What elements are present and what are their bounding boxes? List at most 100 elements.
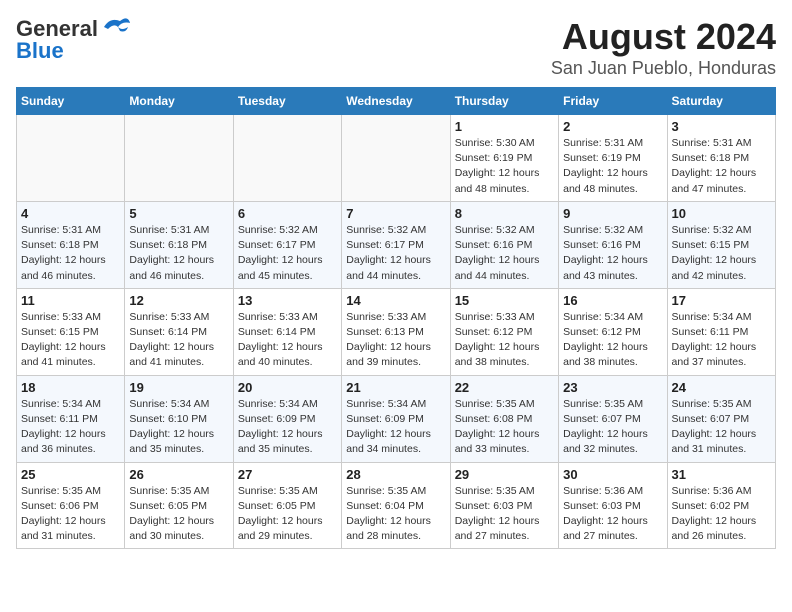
day-number: 17	[672, 293, 771, 308]
day-info: Sunrise: 5:35 AMSunset: 6:07 PMDaylight:…	[672, 397, 771, 458]
day-info: Sunrise: 5:34 AMSunset: 6:10 PMDaylight:…	[129, 397, 228, 458]
day-info: Sunrise: 5:32 AMSunset: 6:16 PMDaylight:…	[563, 223, 662, 284]
day-cell: 1Sunrise: 5:30 AMSunset: 6:19 PMDaylight…	[450, 115, 558, 202]
day-number: 9	[563, 206, 662, 221]
day-info: Sunrise: 5:33 AMSunset: 6:14 PMDaylight:…	[129, 310, 228, 371]
day-info: Sunrise: 5:31 AMSunset: 6:18 PMDaylight:…	[672, 136, 771, 197]
day-number: 25	[21, 467, 120, 482]
day-cell: 12Sunrise: 5:33 AMSunset: 6:14 PMDayligh…	[125, 288, 233, 375]
day-info: Sunrise: 5:35 AMSunset: 6:06 PMDaylight:…	[21, 484, 120, 545]
day-cell: 8 Sunrise: 5:32 AMSunset: 6:16 PMDaylight…	[450, 201, 558, 288]
day-cell: 23 Sunrise: 5:35 AMSunset: 6:07 PMDayligh…	[559, 375, 667, 462]
day-cell: 5 Sunrise: 5:31 AMSunset: 6:18 PMDaylight…	[125, 201, 233, 288]
day-info: Sunrise: 5:33 AMSunset: 6:13 PMDaylight:…	[346, 310, 445, 371]
weekday-header-wednesday: Wednesday	[342, 88, 450, 115]
day-number: 18	[21, 380, 120, 395]
day-number: 15	[455, 293, 554, 308]
weekday-header-tuesday: Tuesday	[233, 88, 341, 115]
day-info: Sunrise: 5:31 AMSunset: 6:18 PMDaylight:…	[21, 223, 120, 284]
day-number: 24	[672, 380, 771, 395]
day-number: 23	[563, 380, 662, 395]
day-number: 4	[21, 206, 120, 221]
page-header: General Blue August 2024 San Juan Pueblo…	[16, 16, 776, 79]
day-info: Sunrise: 5:32 AMSunset: 6:15 PMDaylight:…	[672, 223, 771, 284]
day-info: Sunrise: 5:34 AMSunset: 6:11 PMDaylight:…	[21, 397, 120, 458]
day-number: 19	[129, 380, 228, 395]
day-number: 3	[672, 119, 771, 134]
day-cell: 17 Sunrise: 5:34 AMSunset: 6:11 PMDayligh…	[667, 288, 775, 375]
day-cell: 15 Sunrise: 5:33 AMSunset: 6:12 PMDayligh…	[450, 288, 558, 375]
day-cell: 22 Sunrise: 5:35 AMSunset: 6:08 PMDayligh…	[450, 375, 558, 462]
day-info: Sunrise: 5:32 AMSunset: 6:17 PMDaylight:…	[238, 223, 337, 284]
day-cell: 31Sunrise: 5:36 AMSunset: 6:02 PMDayligh…	[667, 462, 775, 549]
day-info: Sunrise: 5:36 AMSunset: 6:03 PMDaylight:…	[563, 484, 662, 545]
day-number: 5	[129, 206, 228, 221]
day-number: 26	[129, 467, 228, 482]
day-info: Sunrise: 5:35 AMSunset: 6:04 PMDaylight:…	[346, 484, 445, 545]
day-cell: 19 Sunrise: 5:34 AMSunset: 6:10 PMDayligh…	[125, 375, 233, 462]
weekday-header-monday: Monday	[125, 88, 233, 115]
day-cell: 21Sunrise: 5:34 AMSunset: 6:09 PMDayligh…	[342, 375, 450, 462]
week-row-5: 25 Sunrise: 5:35 AMSunset: 6:06 PMDayligh…	[17, 462, 776, 549]
day-number: 2	[563, 119, 662, 134]
day-number: 20	[238, 380, 337, 395]
day-cell: 30 Sunrise: 5:36 AMSunset: 6:03 PMDayligh…	[559, 462, 667, 549]
weekday-header-friday: Friday	[559, 88, 667, 115]
weekday-header-saturday: Saturday	[667, 88, 775, 115]
day-info: Sunrise: 5:35 AMSunset: 6:05 PMDaylight:…	[129, 484, 228, 545]
day-cell: 4 Sunrise: 5:31 AMSunset: 6:18 PMDaylight…	[17, 201, 125, 288]
day-cell: 20 Sunrise: 5:34 AMSunset: 6:09 PMDayligh…	[233, 375, 341, 462]
day-number: 8	[455, 206, 554, 221]
day-cell: 13Sunrise: 5:33 AMSunset: 6:14 PMDayligh…	[233, 288, 341, 375]
day-info: Sunrise: 5:34 AMSunset: 6:11 PMDaylight:…	[672, 310, 771, 371]
day-cell: 26 Sunrise: 5:35 AMSunset: 6:05 PMDayligh…	[125, 462, 233, 549]
day-cell: 10 Sunrise: 5:32 AMSunset: 6:15 PMDayligh…	[667, 201, 775, 288]
day-info: Sunrise: 5:35 AMSunset: 6:05 PMDaylight:…	[238, 484, 337, 545]
page-subtitle: San Juan Pueblo, Honduras	[551, 58, 776, 79]
day-number: 6	[238, 206, 337, 221]
day-number: 16	[563, 293, 662, 308]
day-cell: 24 Sunrise: 5:35 AMSunset: 6:07 PMDayligh…	[667, 375, 775, 462]
day-info: Sunrise: 5:33 AMSunset: 6:12 PMDaylight:…	[455, 310, 554, 371]
day-info: Sunrise: 5:35 AMSunset: 6:08 PMDaylight:…	[455, 397, 554, 458]
day-cell	[342, 115, 450, 202]
day-number: 10	[672, 206, 771, 221]
day-info: Sunrise: 5:34 AMSunset: 6:12 PMDaylight:…	[563, 310, 662, 371]
day-cell: 25 Sunrise: 5:35 AMSunset: 6:06 PMDayligh…	[17, 462, 125, 549]
logo-bird-icon	[100, 15, 132, 39]
week-row-3: 11Sunrise: 5:33 AMSunset: 6:15 PMDayligh…	[17, 288, 776, 375]
day-cell	[233, 115, 341, 202]
day-info: Sunrise: 5:32 AMSunset: 6:17 PMDaylight:…	[346, 223, 445, 284]
week-row-1: 1Sunrise: 5:30 AMSunset: 6:19 PMDaylight…	[17, 115, 776, 202]
calendar-table: SundayMondayTuesdayWednesdayThursdayFrid…	[16, 87, 776, 549]
day-number: 11	[21, 293, 120, 308]
weekday-header-row: SundayMondayTuesdayWednesdayThursdayFrid…	[17, 88, 776, 115]
day-info: Sunrise: 5:34 AMSunset: 6:09 PMDaylight:…	[238, 397, 337, 458]
day-number: 13	[238, 293, 337, 308]
day-info: Sunrise: 5:31 AMSunset: 6:19 PMDaylight:…	[563, 136, 662, 197]
day-number: 22	[455, 380, 554, 395]
day-info: Sunrise: 5:30 AMSunset: 6:19 PMDaylight:…	[455, 136, 554, 197]
day-cell: 18 Sunrise: 5:34 AMSunset: 6:11 PMDayligh…	[17, 375, 125, 462]
day-number: 14	[346, 293, 445, 308]
day-cell	[17, 115, 125, 202]
day-cell: 3 Sunrise: 5:31 AMSunset: 6:18 PMDaylight…	[667, 115, 775, 202]
day-info: Sunrise: 5:31 AMSunset: 6:18 PMDaylight:…	[129, 223, 228, 284]
day-number: 30	[563, 467, 662, 482]
title-block: August 2024 San Juan Pueblo, Honduras	[551, 16, 776, 79]
day-info: Sunrise: 5:32 AMSunset: 6:16 PMDaylight:…	[455, 223, 554, 284]
day-number: 27	[238, 467, 337, 482]
logo-blue-text: Blue	[16, 38, 64, 64]
day-cell: 6 Sunrise: 5:32 AMSunset: 6:17 PMDaylight…	[233, 201, 341, 288]
weekday-header-thursday: Thursday	[450, 88, 558, 115]
day-cell: 27 Sunrise: 5:35 AMSunset: 6:05 PMDayligh…	[233, 462, 341, 549]
day-number: 31	[672, 467, 771, 482]
page-title: August 2024	[551, 16, 776, 58]
week-row-2: 4 Sunrise: 5:31 AMSunset: 6:18 PMDaylight…	[17, 201, 776, 288]
day-cell: 16 Sunrise: 5:34 AMSunset: 6:12 PMDayligh…	[559, 288, 667, 375]
day-cell: 9 Sunrise: 5:32 AMSunset: 6:16 PMDaylight…	[559, 201, 667, 288]
day-number: 28	[346, 467, 445, 482]
day-info: Sunrise: 5:35 AMSunset: 6:07 PMDaylight:…	[563, 397, 662, 458]
day-cell: 11Sunrise: 5:33 AMSunset: 6:15 PMDayligh…	[17, 288, 125, 375]
day-cell: 28 Sunrise: 5:35 AMSunset: 6:04 PMDayligh…	[342, 462, 450, 549]
